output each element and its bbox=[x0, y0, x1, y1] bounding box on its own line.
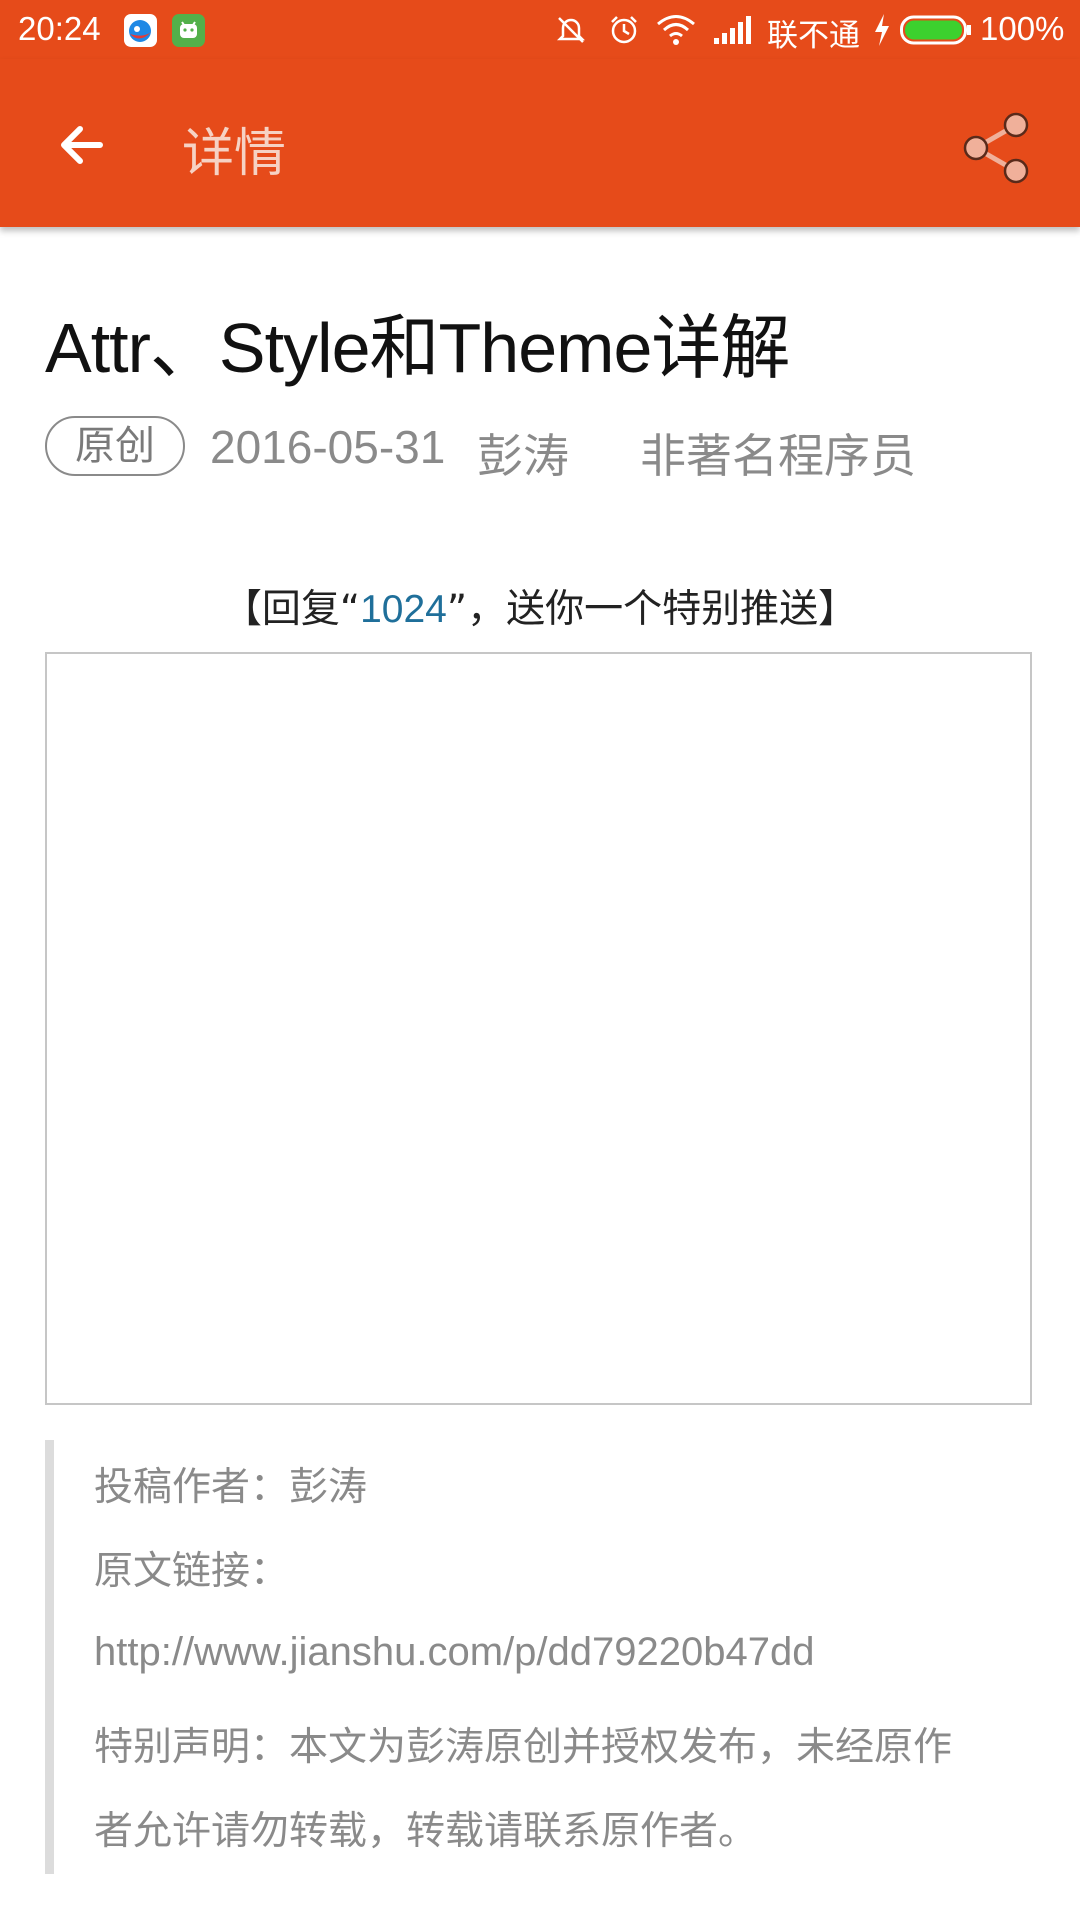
original-link-label: 原文链接： bbox=[94, 1549, 290, 1594]
app-icon-weibo bbox=[124, 14, 157, 47]
disclaimer-line-1: 特别声明：本文为彭涛原创并授权发布，未经原作 bbox=[94, 1725, 953, 1770]
wifi-icon bbox=[657, 15, 695, 45]
article-image-placeholder[interactable] bbox=[45, 652, 1032, 1405]
original-badge: 原创 bbox=[45, 416, 185, 476]
carrier-name: 联不通 bbox=[767, 18, 860, 54]
publish-date: 2016-05-31 bbox=[210, 421, 446, 473]
back-button[interactable] bbox=[40, 111, 130, 181]
share-icon bbox=[963, 112, 1029, 184]
source-account[interactable]: 非著名程序员 bbox=[640, 420, 916, 486]
promo-text: 【回复“1024”，送你一个特别推送】 bbox=[0, 578, 1080, 634]
article-meta: 原创 2016-05-31 彭涛 非著名程序员 bbox=[45, 416, 1045, 483]
article-title: Attr、Style和Theme详解 bbox=[45, 309, 790, 387]
disclaimer-line-2: 者允许请勿转载，转载请联系原作者。 bbox=[94, 1809, 758, 1854]
contributor-line: 投稿作者：彭涛 bbox=[94, 1465, 368, 1510]
original-link[interactable]: http://www.jianshu.com/p/dd79220b47dd bbox=[94, 1630, 815, 1675]
arrow-left-icon bbox=[61, 126, 103, 164]
status-bar: 20:24 联不通 100% bbox=[0, 0, 1080, 59]
share-button[interactable] bbox=[952, 103, 1042, 193]
alarm-icon bbox=[611, 16, 637, 44]
promo-suffix: ”，送你一个特别推送】 bbox=[446, 587, 858, 632]
status-time: 20:24 bbox=[18, 10, 101, 47]
battery-icon bbox=[900, 15, 971, 45]
signal-icon bbox=[714, 16, 751, 44]
author-name[interactable]: 彭涛 bbox=[477, 420, 569, 486]
charging-icon bbox=[875, 14, 889, 46]
promo-keyword: 1024 bbox=[360, 588, 447, 631]
promo-prefix: 【回复“ bbox=[222, 587, 361, 632]
mute-icon bbox=[556, 17, 586, 43]
page-title: 详情 bbox=[182, 124, 287, 184]
app-bar: 详情 bbox=[0, 59, 1080, 227]
battery-percent: 100% bbox=[980, 10, 1065, 47]
blockquote: 投稿作者：彭涛 原文链接： http://www.jianshu.com/p/d… bbox=[45, 1440, 1044, 1874]
app-icon-android bbox=[172, 14, 205, 47]
